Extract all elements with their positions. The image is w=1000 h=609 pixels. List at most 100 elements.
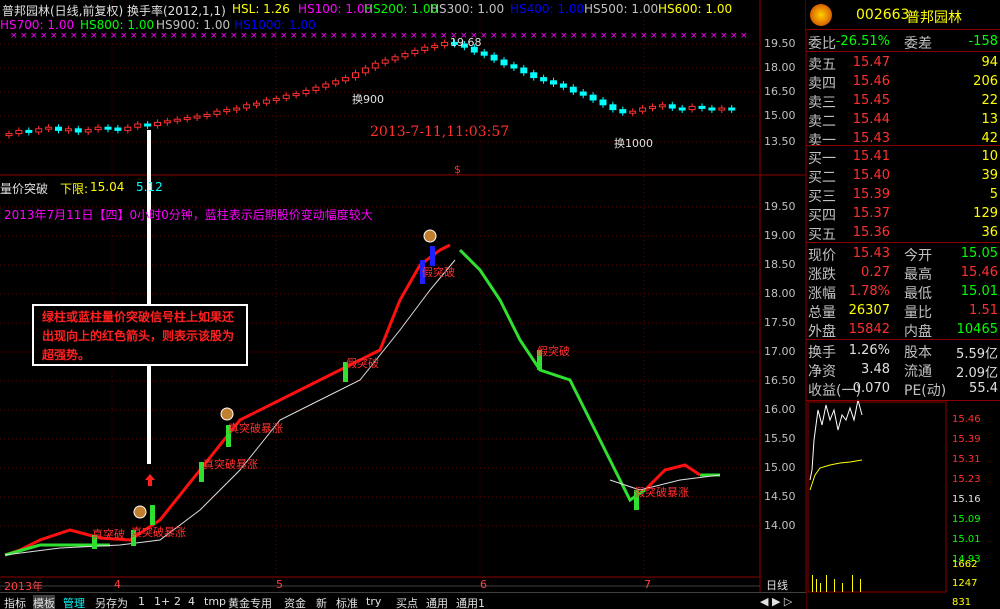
signal-bar [150,505,155,525]
buy-price: 15.41 [852,149,890,164]
y-tick-label: 17.00 [764,345,796,358]
signal-label: 假突破 [422,266,455,279]
stat-value-2: 10465 [956,322,998,337]
sell-row: 卖五 15.47 94 [806,52,1000,73]
turnover-marker: × [60,31,68,41]
toolbar-tab[interactable]: 4 [188,595,195,608]
candle-body [431,45,439,49]
fund-value-2: 55.4 [969,381,998,396]
toolbar-tab[interactable]: 模板 [33,595,55,609]
buy-volume: 10 [981,149,998,164]
timestamp: 2013-7-11,11:03:57 [370,124,510,140]
turnover-marker: × [320,31,328,41]
toolbar-tab[interactable]: 新 [316,595,327,609]
period-label: 日线 [766,579,788,592]
legend-item: HS700: 1.00 [0,18,75,32]
turnover-marker: × [680,31,688,41]
candle-body [163,120,171,124]
y-tick-label: 18.00 [764,287,796,300]
turnover-marker: × [50,31,58,41]
mini-y-label: 15.23 [952,474,981,485]
turnover-marker: × [30,31,38,41]
turnover-marker: × [130,31,138,41]
y-tick-label: 14.00 [764,519,796,532]
candle-body [352,72,359,79]
candle-body [233,107,241,111]
toolbar-tab[interactable]: 1 [138,595,145,608]
toolbar-tab[interactable]: 1+ [154,595,170,608]
legend-item: HS400: 1.00 [510,2,585,16]
turnover-marker: × [410,31,418,41]
sell-price: 15.43 [852,131,890,146]
turnover-marker: × [670,31,678,41]
legend-item: HS300: 1.00 [430,2,505,16]
toolbar-scroll-arrows[interactable]: ◀ ▶ ▷ [760,595,792,608]
mini-y-label: 15.01 [952,534,981,545]
x-tick-label: 4 [114,578,121,591]
turnover-marker: × [420,31,428,41]
y-tick-label: 19.00 [764,229,796,242]
toolbar-tab[interactable]: 另存为 [95,595,128,609]
sell-price: 15.45 [852,93,890,108]
candle-body [124,126,132,131]
toolbar-tab[interactable]: 管理 [63,595,85,609]
toolbar-tab[interactable]: try [366,595,381,608]
turnover-marker: × [310,31,318,41]
stat-value-2: 1.51 [969,303,998,318]
candle-body [292,93,300,97]
toolbar-tab[interactable]: tmp [204,595,226,608]
fund-label-2: PE(动) [904,383,947,399]
turnover-marker: × [550,31,558,41]
legend-item: HS900: 1.00 [156,18,231,32]
weibi-value: -26.51% [835,34,890,49]
stock-name: 普邦园林 [906,10,962,26]
mini-y-label: 15.46 [952,414,981,425]
candle-body [441,41,449,47]
turnover-marker: × [250,31,258,41]
turnover-marker: × [540,31,548,41]
candle-body [391,56,399,61]
toolbar-tab[interactable]: 黄金专用 [228,595,272,609]
candle-body [550,80,557,85]
sell-volume: 42 [981,131,998,146]
signal-label: 真突破暴涨 [131,526,186,539]
turnover-marker: × [140,31,148,41]
candle-body [361,67,369,74]
stat-value-2: 15.05 [960,246,998,261]
toolbar-tab[interactable]: 买点 [396,595,418,609]
candle-body [144,123,152,127]
mini-vol-label: 1247 [952,578,978,589]
sell-volume: 206 [973,74,998,89]
turnover-marker: × [280,31,288,41]
signal-label: 真突破暴涨 [228,422,283,435]
sell-volume: 13 [981,112,998,127]
stat-row: 涨跌 0.27 最高 15.46 [806,262,1000,283]
buy-volume: 129 [973,206,998,221]
y-tick-label: 16.00 [764,403,796,416]
toolbar-tab[interactable]: 资金 [284,595,306,609]
buy-row: 买二 15.40 39 [806,165,1000,186]
turnover-marker: × [90,31,98,41]
candle-body [243,104,251,109]
candle-body [332,80,340,85]
dollar-marker: $ [454,163,461,176]
sell-volume: 22 [981,93,998,108]
signal-label: 真突破 [92,528,125,541]
candle-body [94,126,102,131]
toolbar-tab[interactable]: 通用 [426,595,448,609]
peak-label: 19.68 [450,36,482,49]
candle-body [421,46,429,51]
mini-vol-label: 831 [952,597,972,608]
x-tick-label: 5 [276,578,283,591]
money-bag-icon [133,505,147,519]
toolbar-tab[interactable]: 标准 [336,595,358,609]
stat-value: 15.43 [852,246,890,261]
buy-volume: 36 [981,225,998,240]
toolbar-tab[interactable]: 2 [174,595,181,608]
toolbar-tab[interactable]: 通用1 [456,595,485,609]
candle-body [589,94,597,101]
toolbar-tab[interactable]: 指标 [4,595,26,609]
stat-value: 0.27 [861,265,890,280]
indicator-name: 量价突破 [0,182,49,196]
candle-body [688,105,696,111]
